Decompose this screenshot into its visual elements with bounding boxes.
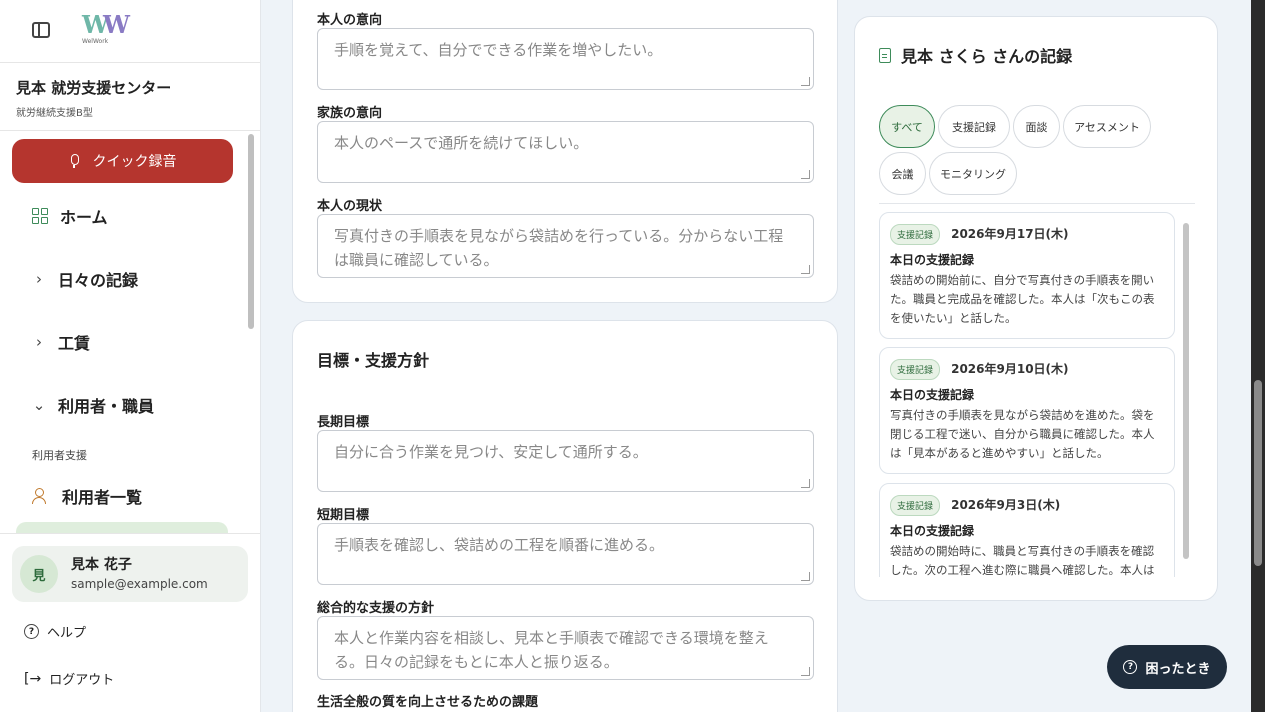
logo-text: WelWork [82,38,109,45]
long-goal-label: 長期目標 [317,415,370,430]
logout-label: ログアウト [49,673,115,688]
page-scrollbar-track[interactable] [1251,0,1265,712]
logout-icon: [→ [24,670,42,687]
record-item[interactable]: 支援記録 2026年9月17日(木) 本日の支援記録 袋詰めの開始前に、自分で写… [879,212,1175,339]
filter-chip-monitoring[interactable]: モニタリング [929,152,1017,195]
sidebar-item-daily-records[interactable]: › 日々の記録 [32,267,138,291]
avatar: 見 [20,555,58,593]
record-tag: 支援記録 [890,359,941,380]
user-search-icon [32,487,50,505]
sidebar-item-label: 利用者一覧 [62,488,143,507]
record-date: 2026年9月17日(木) [951,227,1069,241]
sidebar-item-active[interactable] [16,522,228,533]
help-icon: ? [24,624,39,639]
short-goal-field[interactable]: 手順表を確認し、袋詰めの工程を順番に進める。 [317,523,814,585]
record-body: 袋詰めの開始前に、自分で写真付きの手順表を開いた。職員と完成品を確認した。本人は… [890,273,1155,325]
chevron-down-icon: ⌄ [32,396,46,414]
document-icon [879,47,891,63]
sidebar-item-label: 日々の記録 [58,271,139,290]
life-quality-label: 生活全般の質を向上させるための課題 [317,695,539,710]
microphone-icon [69,154,79,168]
records-panel: 見本 さくら さんの記録 すべて 支援記録 面談 アセスメント 会議 モニタリン… [854,16,1218,601]
records-panel-title: 見本 さくら さんの記録 [879,43,1072,67]
help-floating-label: 困ったとき [1145,661,1211,677]
intent-family-label: 家族の意向 [317,106,383,121]
sidebar-item-label: ホーム [60,208,108,227]
current-status-field[interactable]: 写真付きの手順表を見ながら袋詰めを行っている。分からない工程は職員に確認している… [317,214,814,278]
chevron-right-icon: › [36,270,42,288]
filter-chip-assessment[interactable]: アセスメント [1063,105,1151,148]
quick-record-button[interactable]: クイック録音 [12,139,233,183]
record-body: 袋詰めの開始時に、職員と写真付きの手順表を確認した。次の工程へ進む際に職員へ確認… [890,544,1155,577]
records-list: 支援記録 2026年9月17日(木) 本日の支援記録 袋詰めの開始前に、自分で写… [879,211,1195,577]
organization-info: 見本 就労支援センター 就労継続支援B型 [0,63,260,131]
sidebar-scrollbar[interactable] [248,134,254,329]
record-title: 本日の支援記録 [890,388,975,402]
sidebar-item-label: 工賃 [58,334,91,353]
app-logo[interactable]: WW WelWork [78,10,130,52]
sidebar-item-label: 利用者・職員 [58,397,155,416]
sidebar-toggle-icon[interactable] [32,22,50,38]
user-name: 見本 花子 [71,557,132,573]
records-panel-title-text: 見本 さくら さんの記録 [901,47,1073,66]
policy-field[interactable]: 本人と作業内容を相談し、見本と手順表で確認できる環境を整える。日々の記録をもとに… [317,616,814,680]
page-scrollbar-thumb[interactable] [1254,380,1262,566]
section-title: 目標・支援方針 [317,351,430,370]
user-email: sample@example.com [71,577,208,591]
org-name: 見本 就労支援センター [16,79,172,97]
help-floating-button[interactable]: ? 困ったとき [1107,645,1227,689]
policy-label: 総合的な支援の方針 [317,601,435,616]
sidebar-item-home[interactable]: ホーム [32,204,108,228]
sidebar-footer: 見 見本 花子 sample@example.com ? ヘルプ [→ ログアウ… [0,533,260,712]
user-card[interactable]: 見 見本 花子 sample@example.com [12,546,248,602]
filter-chip-meeting[interactable]: 会議 [879,152,926,195]
record-date: 2026年9月10日(木) [951,362,1069,376]
help-link[interactable]: ? ヘルプ [24,622,86,641]
records-scrollbar[interactable] [1183,223,1189,559]
logout-link[interactable]: [→ ログアウト [24,669,115,689]
grid-icon [32,208,48,224]
intent-self-label: 本人の意向 [317,13,383,28]
filter-chip-interview[interactable]: 面談 [1013,105,1060,148]
help-label: ヘルプ [47,626,87,641]
sidebar-item-wages[interactable]: › 工賃 [32,330,90,354]
intent-self-field[interactable]: 手順を覚えて、自分でできる作業を増やしたい。 [317,28,814,90]
record-title: 本日の支援記録 [890,253,975,267]
current-status-label: 本人の現状 [317,199,383,214]
intent-family-field[interactable]: 本人のペースで通所を続けてほしい。 [317,121,814,183]
org-type: 就労継続支援B型 [16,108,93,119]
record-date: 2026年9月3日(木) [951,498,1061,512]
record-tag: 支援記録 [890,495,941,516]
sidebar-header: WW WelWork [0,0,260,63]
long-goal-field[interactable]: 自分に合う作業を見つけ、安定して通所する。 [317,430,814,492]
nav-section-label: 利用者支援 [32,449,87,462]
sidebar-item-users-staff[interactable]: ⌄ 利用者・職員 [32,393,154,417]
record-tag: 支援記録 [890,224,941,245]
sidebar-item-user-list[interactable]: 利用者一覧 [32,484,142,508]
record-title: 本日の支援記録 [890,524,975,538]
quick-record-label: クイック録音 [92,154,177,170]
short-goal-label: 短期目標 [317,508,370,523]
divider [879,203,1195,204]
filter-chip-all[interactable]: すべて [879,105,935,148]
sidebar-nav: クイック録音 ホーム › 日々の記録 › 工賃 ⌄ 利用者・職員 利用者支援 利… [0,131,260,533]
chevron-right-icon: › [36,333,42,351]
filter-chip-support-record[interactable]: 支援記録 [938,105,1010,148]
help-icon: ? [1123,660,1138,674]
sidebar: WW WelWork 見本 就労支援センター 就労継続支援B型 クイック録音 ホ… [0,0,261,712]
record-item[interactable]: 支援記録 2026年9月10日(木) 本日の支援記録 写真付きの手順表を見ながら… [879,347,1175,474]
record-item[interactable]: 支援記録 2026年9月3日(木) 本日の支援記録 袋詰めの開始時に、職員と写真… [879,483,1175,577]
record-body: 写真付きの手順表を見ながら袋詰めを進めた。袋を閉じる工程で迷い、自分から職員に確… [890,408,1155,460]
